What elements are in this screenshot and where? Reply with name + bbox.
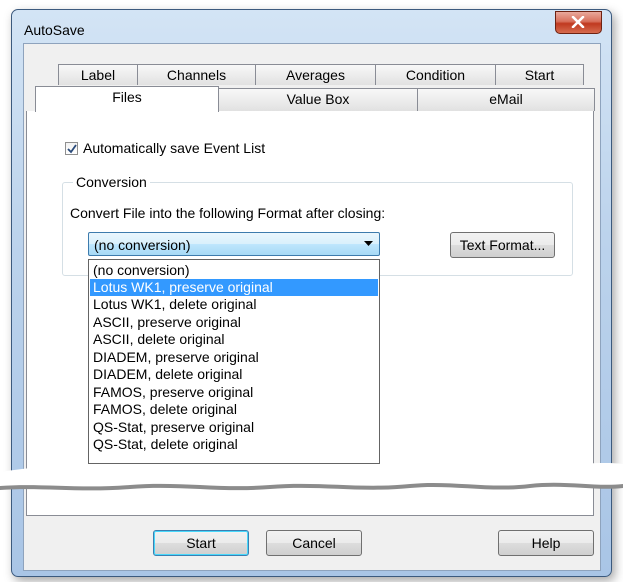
tab-email[interactable]: eMail <box>417 88 595 111</box>
tab-channels[interactable]: Channels <box>137 64 256 85</box>
window-title: AutoSave <box>24 22 85 38</box>
tab-start[interactable]: Start <box>495 64 584 85</box>
help-button[interactable]: Help <box>498 530 594 556</box>
autosave-checkbox-label: Automatically save Event List <box>83 140 266 156</box>
tab-value-box[interactable]: Value Box <box>218 88 418 111</box>
conversion-group-title: Conversion <box>73 174 150 190</box>
title-bar[interactable]: AutoSave <box>12 10 611 44</box>
cancel-button[interactable]: Cancel <box>266 530 362 556</box>
combobox-value: (no conversion) <box>94 237 191 253</box>
tab-condition[interactable]: Condition <box>375 64 496 85</box>
dropdown-option-famos-preserve[interactable]: FAMOS, preserve original <box>90 384 378 401</box>
tab-averages[interactable]: Averages <box>255 64 376 85</box>
start-button[interactable]: Start <box>153 530 249 556</box>
tab-files[interactable]: Files <box>35 86 219 112</box>
dropdown-option-ascii-preserve[interactable]: ASCII, preserve original <box>90 314 378 331</box>
autosave-checkbox[interactable] <box>65 142 78 155</box>
chevron-down-icon <box>364 241 373 246</box>
dropdown-option-diadem-delete[interactable]: DIADEM, delete original <box>90 366 378 383</box>
text-format-button[interactable]: Text Format... <box>450 232 555 258</box>
dropdown-option-ascii-delete[interactable]: ASCII, delete original <box>90 331 378 348</box>
dropdown-option-no-conversion[interactable]: (no conversion) <box>90 262 378 279</box>
conversion-format-combobox[interactable]: (no conversion) <box>88 232 380 256</box>
conversion-format-dropdown[interactable]: (no conversion) Lotus WK1, preserve orig… <box>88 259 380 464</box>
checkmark-icon <box>67 144 77 154</box>
dropdown-option-lotus-preserve[interactable]: Lotus WK1, preserve original <box>90 279 378 296</box>
close-icon <box>571 16 585 28</box>
close-button[interactable] <box>555 11 602 34</box>
tab-label[interactable]: Label <box>58 64 138 85</box>
dropdown-option-qsstat-preserve[interactable]: QS-Stat, preserve original <box>90 419 378 436</box>
dropdown-option-famos-delete[interactable]: FAMOS, delete original <box>90 401 378 418</box>
dropdown-option-lotus-delete[interactable]: Lotus WK1, delete original <box>90 296 378 313</box>
convert-format-label: Convert File into the following Format a… <box>70 205 386 221</box>
dropdown-option-qsstat-delete[interactable]: QS-Stat, delete original <box>90 436 378 453</box>
dropdown-option-diadem-preserve[interactable]: DIADEM, preserve original <box>90 349 378 366</box>
